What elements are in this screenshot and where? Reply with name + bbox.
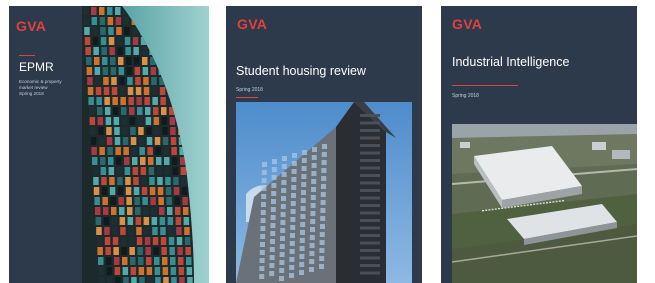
cover-subtitle-block: Economic & property market review Spring… bbox=[19, 79, 74, 98]
cover-title: EPMR bbox=[19, 60, 54, 74]
title-rule bbox=[236, 97, 258, 98]
gva-logo: GVA bbox=[237, 16, 268, 32]
cover-date: Spring 2018 bbox=[236, 87, 263, 93]
cover-title: Student housing review bbox=[236, 64, 366, 78]
warehouse-aerial-photo bbox=[452, 124, 637, 283]
gva-logo: GVA bbox=[16, 18, 47, 34]
report-cover-student-housing[interactable]: GVA Student housing review Spring 2018 bbox=[226, 6, 422, 283]
gva-logo: GVA bbox=[452, 16, 483, 32]
curved-glass-building-photo bbox=[82, 6, 209, 283]
title-rule bbox=[19, 55, 35, 56]
cover-subtitle: Economic & property market review bbox=[19, 79, 62, 91]
title-rule bbox=[452, 85, 518, 86]
report-cover-industrial-intelligence[interactable]: GVA Industrial Intelligence Spring 2018 bbox=[441, 6, 637, 283]
cover-date: Spring 2018 bbox=[452, 93, 479, 99]
residential-tower-photo bbox=[236, 102, 412, 283]
cover-title: Industrial Intelligence bbox=[452, 55, 570, 69]
report-cover-epmr[interactable]: GVA EPMR Economic & property market revi… bbox=[9, 6, 209, 283]
cover-date: Spring 2018 bbox=[19, 91, 44, 97]
